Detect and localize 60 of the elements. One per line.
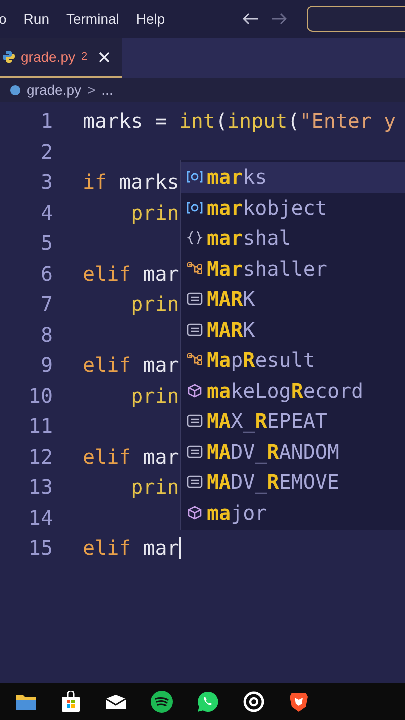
code-line: elif mar	[83, 260, 180, 288]
braces-icon	[187, 231, 203, 246]
variable-icon	[187, 170, 203, 184]
line-number: 5	[40, 230, 53, 258]
line-number: 13	[28, 474, 53, 502]
line-number: 6	[40, 260, 53, 288]
python-file-icon	[10, 84, 21, 96]
line-number: 11	[28, 413, 53, 440]
code-line: prin	[130, 291, 180, 318]
back-arrow-icon[interactable]	[243, 13, 260, 25]
code-line: prin	[130, 200, 180, 227]
constant-icon	[187, 414, 203, 428]
line-number: 7	[40, 291, 53, 318]
code-line: marks = int(input("Enter y	[83, 108, 396, 136]
line-number: 10	[28, 382, 53, 410]
breadcrumb-more[interactable]: ...	[102, 80, 114, 100]
store-bag-icon[interactable]	[61, 690, 81, 712]
line-number: 8	[40, 322, 53, 349]
suggestion-item[interactable]: marks	[181, 162, 405, 192]
code-line: prin	[130, 382, 180, 410]
tab-title: grade.py	[21, 48, 76, 67]
line-number: 4	[40, 200, 53, 227]
line-number: 9	[40, 352, 53, 380]
python-file-icon	[3, 51, 15, 63]
code-line: elif mar	[83, 444, 180, 471]
cube-icon	[187, 506, 203, 520]
breadcrumb-separator: >	[87, 80, 96, 100]
forward-arrow-icon[interactable]	[271, 13, 288, 25]
constant-icon	[187, 475, 203, 490]
breadcrumb-file[interactable]: grade.py	[27, 80, 82, 100]
folder-icon[interactable]	[15, 692, 37, 710]
line-number: 12	[28, 444, 53, 471]
problem-count: 2	[81, 50, 88, 65]
variable-icon	[187, 200, 203, 215]
class-icon	[187, 262, 203, 276]
cube-icon	[187, 384, 203, 398]
music-app-icon[interactable]	[151, 690, 173, 712]
editor-tab[interactable]: grade.py 2	[0, 38, 122, 78]
constant-icon	[187, 292, 203, 306]
shield-icon[interactable]	[289, 690, 309, 712]
search-field[interactable]	[307, 6, 405, 32]
code-line: prin	[130, 474, 180, 502]
target-icon[interactable]	[243, 690, 265, 712]
envelope-icon[interactable]	[105, 694, 127, 710]
line-number: 15	[28, 535, 53, 562]
class-icon	[187, 353, 203, 368]
code-line: elif mar	[83, 352, 180, 380]
code-line: elif mar	[83, 535, 180, 562]
line-number: 1	[40, 108, 53, 136]
menu-item[interactable]: Run	[24, 8, 50, 30]
menu-item[interactable]: Terminal	[66, 8, 120, 30]
code-line: if marks	[83, 169, 180, 196]
menu-item[interactable]: Help	[136, 8, 166, 30]
line-number: 3	[40, 169, 53, 196]
line-number: 2	[40, 138, 53, 166]
constant-icon	[187, 322, 203, 337]
line-number: 14	[28, 504, 53, 532]
constant-icon	[187, 444, 203, 459]
close-icon[interactable]	[98, 52, 110, 62]
chat-phone-icon[interactable]	[197, 690, 219, 712]
